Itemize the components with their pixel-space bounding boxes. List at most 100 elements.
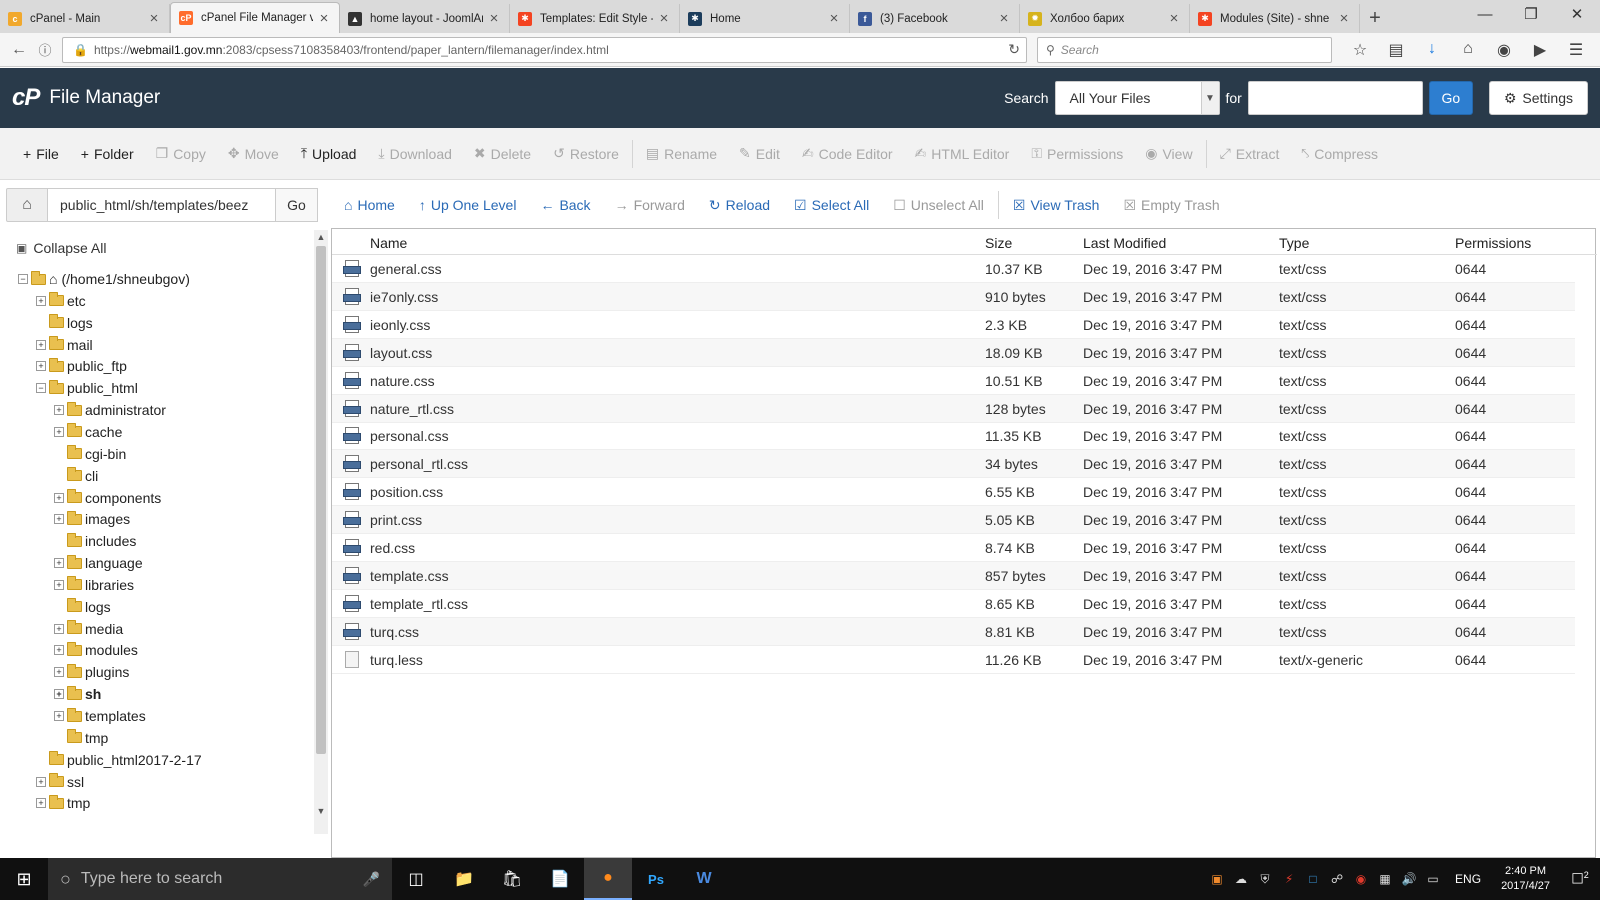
close-tab-icon[interactable]: × <box>317 10 331 27</box>
tree-node-includes[interactable]: includes <box>54 530 136 552</box>
table-row[interactable]: red.css 8.74 KB Dec 19, 2016 3:47 PM text/c… <box>332 534 1575 562</box>
column-header-permissions[interactable]: Permissions <box>1455 235 1531 251</box>
edit-button[interactable]: ✎ Edit <box>728 128 791 180</box>
table-row[interactable]: template_rtl.css 8.65 KB Dec 19, 2016 3:47… <box>332 590 1575 618</box>
tree-node-images[interactable]: + images <box>54 508 130 530</box>
file-button[interactable]: + File <box>12 128 70 180</box>
address-bar[interactable]: 🔒 https:// webmail1.gov.mn :2083/cpsess7… <box>62 36 1027 63</box>
tree-node-components[interactable]: + components <box>54 487 161 509</box>
expand-icon[interactable]: + <box>54 492 64 503</box>
column-header-type[interactable]: Type <box>1279 235 1309 251</box>
antivirus-icon[interactable]: ◉ <box>1349 872 1373 886</box>
table-row[interactable]: general.css 10.37 KB Dec 19, 2016 3:47 PM t… <box>332 255 1575 283</box>
close-window-icon[interactable]: ✕ <box>1554 0 1600 33</box>
tree-node-public-ftp[interactable]: + public_ftp <box>36 355 127 377</box>
tree-node-ssl[interactable]: + ssl <box>36 771 84 793</box>
browser-search-box[interactable]: ⚲ Search <box>1037 36 1332 63</box>
clock[interactable]: 2:40 PM 2017/4/27 <box>1501 864 1550 894</box>
close-tab-icon[interactable]: × <box>147 10 161 27</box>
expand-icon[interactable]: + <box>54 426 64 437</box>
browser-tab-3[interactable]: ✱ Templates: Edit Style - × <box>510 4 680 33</box>
table-row[interactable]: position.css 6.55 KB Dec 19, 2016 3:47 PM t… <box>332 478 1575 507</box>
action-center-icon[interactable]: ☐2 <box>1560 870 1600 888</box>
browser-tab-0[interactable]: c cPanel - Main × <box>0 4 170 33</box>
reload-link[interactable]: ↻ Reload <box>697 197 782 214</box>
tree-node-plugins[interactable]: + plugins <box>54 661 129 683</box>
path-go-button[interactable]: Go <box>276 188 318 222</box>
tree-node-sh[interactable]: + sh <box>54 683 101 705</box>
expand-icon[interactable]: + <box>36 361 46 372</box>
close-tab-icon[interactable]: × <box>997 10 1011 27</box>
minimize-icon[interactable]: — <box>1462 0 1508 33</box>
tree-node-public-html2017-2-17[interactable]: public_html2017-2-17 <box>36 749 202 771</box>
bookmark-star-icon[interactable]: ☆ <box>1342 40 1378 60</box>
table-row[interactable]: personal_rtl.css 34 bytes Dec 19, 2016 3:4… <box>332 450 1575 479</box>
close-tab-icon[interactable]: × <box>1167 10 1181 27</box>
copy-button[interactable]: ❐ Copy <box>145 128 217 180</box>
windows-start-icon[interactable]: ⊞ <box>0 858 48 900</box>
cpanel-logo[interactable]: cP <box>12 84 40 112</box>
tree-node-tmp[interactable]: + tmp <box>36 792 90 814</box>
firefox-icon[interactable]: ● <box>584 858 632 900</box>
expand-icon[interactable]: + <box>36 776 46 787</box>
browser-tab-4[interactable]: ✱ Home × <box>680 4 850 33</box>
home-page-icon[interactable]: ⌂ <box>1450 40 1486 60</box>
flash-icon[interactable]: ⚡ <box>1277 872 1301 886</box>
browser-tab-6[interactable]: ✹ Холбоо барих × <box>1020 4 1190 33</box>
close-tab-icon[interactable]: × <box>487 10 501 27</box>
upload-button[interactable]: ⤒ Upload <box>290 128 368 180</box>
files-app-icon[interactable]: 📄 <box>536 858 584 900</box>
download-button[interactable]: ⤓ Download <box>367 128 462 180</box>
table-row[interactable]: nature.css 10.51 KB Dec 19, 2016 3:47 PM te… <box>332 367 1575 395</box>
onedrive-cloud-icon[interactable]: ☁ <box>1229 872 1253 886</box>
table-row[interactable]: ie7only.css 910 bytes Dec 19, 2016 3:47 PM… <box>332 282 1575 311</box>
tree-node-cgi-bin[interactable]: cgi-bin <box>54 443 126 465</box>
scroll-up-icon[interactable]: ▲ <box>314 230 328 244</box>
path-input[interactable]: public_html/sh/templates/beez <box>48 188 276 222</box>
tray-app-icon[interactable]: ▣ <box>1205 872 1229 886</box>
tree-node-logs[interactable]: logs <box>36 312 93 334</box>
rename-button[interactable]: ▤ Rename <box>635 128 728 180</box>
tree-node-mail[interactable]: + mail <box>36 334 93 356</box>
search-scope-select[interactable]: All Your Files ▼ <box>1054 81 1220 115</box>
column-header-name[interactable]: Name <box>370 235 407 251</box>
tree-node-home1-shneubgov[interactable]: − ⌂ (/home1/shneubgov) <box>18 268 190 290</box>
settings-button[interactable]: ⚙ Settings <box>1488 81 1588 115</box>
table-row[interactable]: nature_rtl.css 128 bytes Dec 19, 2016 3:47… <box>332 394 1575 423</box>
browser-tab-1[interactable]: cP cPanel File Manager v3 × <box>170 2 340 33</box>
new-tab-button[interactable]: + <box>1360 4 1390 33</box>
browser-tab-7[interactable]: ✱ Modules (Site) - shne × <box>1190 4 1360 33</box>
taskbar-search-box[interactable]: ○ Type here to search 🎤 <box>48 858 392 900</box>
maximize-icon[interactable]: ❐ <box>1508 0 1554 33</box>
tree-node-logs[interactable]: logs <box>54 596 111 618</box>
reading-list-icon[interactable]: ▤ <box>1378 40 1414 60</box>
scroll-thumb[interactable] <box>316 246 326 754</box>
scroll-down-icon[interactable]: ▼ <box>314 804 328 818</box>
home-directory-button[interactable]: ⌂ <box>6 188 48 222</box>
tree-node-libraries[interactable]: + libraries <box>54 574 134 596</box>
info-icon[interactable]: ⓘ <box>32 37 58 63</box>
volume-icon[interactable]: 🔊 <box>1397 872 1421 886</box>
store-icon[interactable]: 🛍 <box>488 858 536 900</box>
tree-node-etc[interactable]: + etc <box>36 290 86 312</box>
word-icon[interactable]: W <box>680 858 728 900</box>
tree-node-cli[interactable]: cli <box>54 465 98 487</box>
table-row[interactable]: turq.css 8.81 KB Dec 19, 2016 3:47 PM text/… <box>332 617 1575 646</box>
collapse-node-icon[interactable]: − <box>36 383 46 394</box>
up-one-level-link[interactable]: ↑ Up One Level <box>407 197 529 213</box>
tree-node-administrator[interactable]: + administrator <box>54 399 166 421</box>
table-row[interactable]: personal.css 11.35 KB Dec 19, 2016 3:47 PM… <box>332 422 1575 451</box>
empty-trash-link[interactable]: ☒ Empty Trash <box>1111 197 1231 214</box>
collapse-node-icon[interactable]: − <box>18 274 28 284</box>
folder-button[interactable]: + Folder <box>70 128 145 180</box>
back-arrow-icon[interactable]: ← <box>6 37 32 63</box>
compress-button[interactable]: ⤣ Compress <box>1290 128 1389 180</box>
youtube-icon[interactable]: ▶ <box>1522 40 1558 60</box>
unselect-all-link[interactable]: ☐ Unselect All <box>881 197 996 214</box>
tray-window-icon[interactable]: □ <box>1301 872 1325 886</box>
expand-icon[interactable]: + <box>54 405 64 416</box>
task-view-icon[interactable]: ◫ <box>392 858 440 900</box>
expand-icon[interactable]: + <box>54 689 64 700</box>
microphone-icon[interactable]: 🎤 <box>363 871 380 888</box>
expand-icon[interactable]: + <box>54 514 64 525</box>
